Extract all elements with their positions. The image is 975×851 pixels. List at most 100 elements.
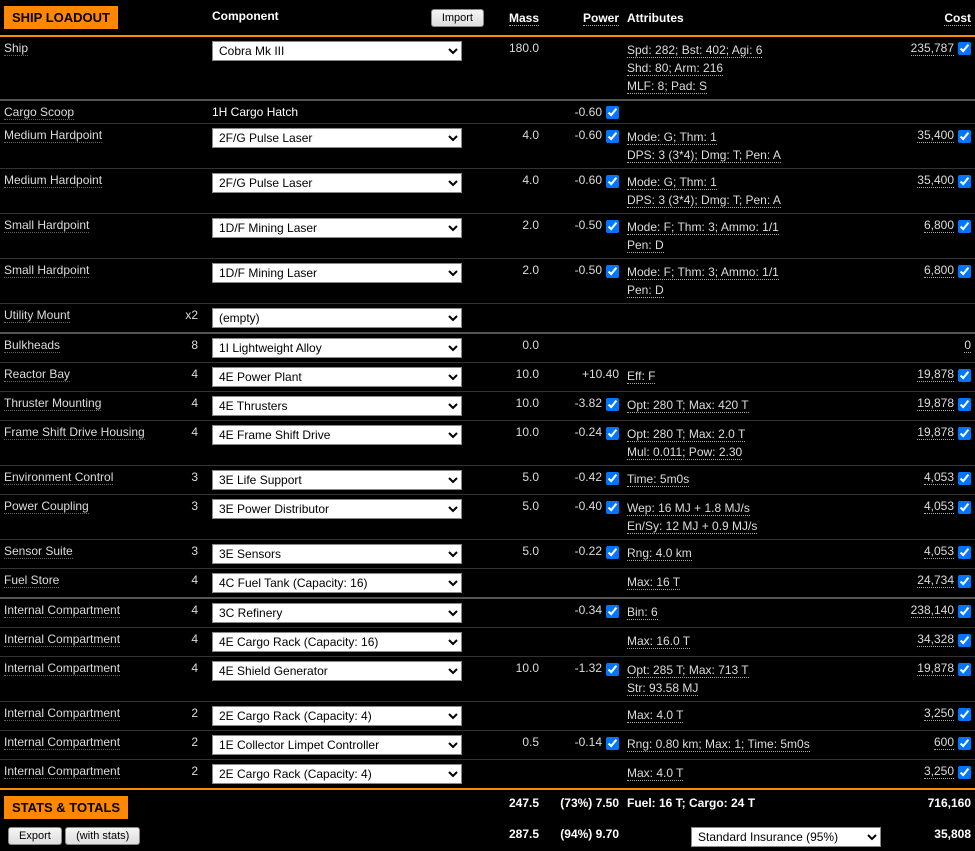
- loadout-row: Medium Hardpoint2F/G Pulse Laser4.0-0.60…: [0, 124, 975, 169]
- total-power-1: (73%) 7.50: [543, 789, 623, 823]
- power-toggle[interactable]: [606, 265, 619, 278]
- cost-toggle[interactable]: [958, 766, 971, 779]
- export-stats-button[interactable]: (with stats): [65, 827, 140, 845]
- power-value: -3.82: [575, 396, 602, 410]
- cost-toggle[interactable]: [958, 605, 971, 618]
- slot-name: Internal Compartment: [4, 661, 120, 676]
- cost-toggle[interactable]: [958, 42, 971, 55]
- cost-value: 19,878: [917, 396, 954, 411]
- power-toggle[interactable]: [606, 106, 619, 119]
- component-select[interactable]: 2E Cargo Rack (Capacity: 4): [212, 706, 462, 726]
- attribute-line: Spd: 282; Bst: 402; Agi: 6: [627, 41, 881, 59]
- component-select[interactable]: 3E Power Distributor: [212, 499, 462, 519]
- attribute-line: Bin: 6: [627, 603, 881, 621]
- component-select[interactable]: 4C Fuel Tank (Capacity: 16): [212, 573, 462, 593]
- cost-toggle[interactable]: [958, 501, 971, 514]
- power-value: -0.42: [575, 470, 602, 484]
- component-select[interactable]: 4E Shield Generator: [212, 661, 462, 681]
- slot-size: 2: [191, 735, 204, 749]
- power-toggle[interactable]: [606, 427, 619, 440]
- header-row: SHIP LOADOUT Component Import Mass Power…: [0, 0, 975, 36]
- power-toggle[interactable]: [606, 546, 619, 559]
- total-mass-2: 287.5: [488, 823, 543, 851]
- power-value: -0.40: [575, 499, 602, 513]
- export-button[interactable]: Export: [8, 827, 62, 845]
- cost-toggle[interactable]: [958, 369, 971, 382]
- slot-size: 3: [191, 499, 204, 513]
- component-select[interactable]: 2F/G Pulse Laser: [212, 128, 462, 148]
- section-title: SHIP LOADOUT: [4, 6, 118, 29]
- cost-toggle[interactable]: [958, 175, 971, 188]
- power-toggle[interactable]: [606, 220, 619, 233]
- power-value: -0.14: [575, 735, 602, 749]
- attribute-line: Rng: 0.80 km; Max: 1; Time: 5m0s: [627, 735, 881, 753]
- power-toggle[interactable]: [606, 737, 619, 750]
- insurance-select[interactable]: Standard Insurance (95%): [691, 827, 881, 847]
- component-select[interactable]: 4E Frame Shift Drive: [212, 425, 462, 445]
- power-toggle[interactable]: [606, 130, 619, 143]
- total-attr: Fuel: 16 T; Cargo: 24 T: [623, 789, 885, 823]
- import-button[interactable]: Import: [431, 9, 484, 27]
- component-header: Component Import: [208, 0, 488, 36]
- component-select[interactable]: 4E Power Plant: [212, 367, 462, 387]
- slot-size: 8: [191, 338, 204, 352]
- cost-toggle[interactable]: [958, 130, 971, 143]
- attribute-line: Mode: F; Thm: 3; Ammo: 1/1: [627, 218, 881, 236]
- component-static: 1H Cargo Hatch: [212, 105, 298, 119]
- component-select[interactable]: 2F/G Pulse Laser: [212, 173, 462, 193]
- loadout-row: ShipCobra Mk III180.0Spd: 282; Bst: 402;…: [0, 36, 975, 100]
- component-select[interactable]: 3E Sensors: [212, 544, 462, 564]
- attribute-line: Mode: G; Thm: 1: [627, 173, 881, 191]
- totals-row-2: Export (with stats) 287.5 (94%) 9.70 Sta…: [0, 823, 975, 851]
- cost-toggle[interactable]: [958, 634, 971, 647]
- component-select[interactable]: 4E Cargo Rack (Capacity: 16): [212, 632, 462, 652]
- totals-row-1: STATS & TOTALS 247.5 (73%) 7.50 Fuel: 16…: [0, 789, 975, 823]
- cost-value: 19,878: [917, 367, 954, 382]
- component-select[interactable]: 2E Cargo Rack (Capacity: 4): [212, 764, 462, 784]
- mass-value: [488, 569, 543, 599]
- power-toggle[interactable]: [606, 605, 619, 618]
- power-toggle[interactable]: [606, 398, 619, 411]
- slot-name: Ship: [4, 41, 28, 56]
- cost-toggle[interactable]: [958, 265, 971, 278]
- cost-value: 19,878: [917, 661, 954, 676]
- power-toggle[interactable]: [606, 472, 619, 485]
- component-select[interactable]: Cobra Mk III: [212, 41, 462, 61]
- slot-name: Internal Compartment: [4, 764, 120, 779]
- component-select[interactable]: 1E Collector Limpet Controller: [212, 735, 462, 755]
- component-select[interactable]: 1D/F Mining Laser: [212, 218, 462, 238]
- component-select[interactable]: (empty): [212, 308, 462, 328]
- cost-toggle[interactable]: [958, 546, 971, 559]
- slot-size: 2: [191, 764, 204, 778]
- power-toggle[interactable]: [606, 501, 619, 514]
- component-select[interactable]: 3C Refinery: [212, 603, 462, 623]
- loadout-row: Cargo Scoop1H Cargo Hatch-0.60: [0, 100, 975, 124]
- power-toggle[interactable]: [606, 175, 619, 188]
- attribute-line: En/Sy: 12 MJ + 0.9 MJ/s: [627, 517, 881, 535]
- cost-toggle[interactable]: [958, 220, 971, 233]
- mass-value: 2.0: [488, 214, 543, 259]
- cost-toggle[interactable]: [958, 737, 971, 750]
- component-select[interactable]: 4E Thrusters: [212, 396, 462, 416]
- mass-value: 4.0: [488, 124, 543, 169]
- cost-toggle[interactable]: [958, 708, 971, 721]
- mass-value: 10.0: [488, 421, 543, 466]
- power-toggle[interactable]: [606, 663, 619, 676]
- slot-name: Bulkheads: [4, 338, 60, 353]
- component-select[interactable]: 1D/F Mining Laser: [212, 263, 462, 283]
- cost-toggle[interactable]: [958, 575, 971, 588]
- component-select[interactable]: 3E Life Support: [212, 470, 462, 490]
- mass-value: [488, 760, 543, 790]
- attribute-line: Mul: 0.011; Pow: 2.30: [627, 443, 881, 461]
- slot-size: x2: [185, 308, 204, 322]
- attribute-line: Time: 5m0s: [627, 470, 881, 488]
- cost-toggle[interactable]: [958, 398, 971, 411]
- component-select[interactable]: 1I Lightweight Alloy: [212, 338, 462, 358]
- cost-toggle[interactable]: [958, 663, 971, 676]
- cost-value: 3,250: [924, 706, 954, 721]
- cost-value: 6,800: [924, 218, 954, 233]
- cost-toggle[interactable]: [958, 427, 971, 440]
- cost-toggle[interactable]: [958, 472, 971, 485]
- mass-value: 5.0: [488, 495, 543, 540]
- cost-value: 238,140: [911, 603, 954, 618]
